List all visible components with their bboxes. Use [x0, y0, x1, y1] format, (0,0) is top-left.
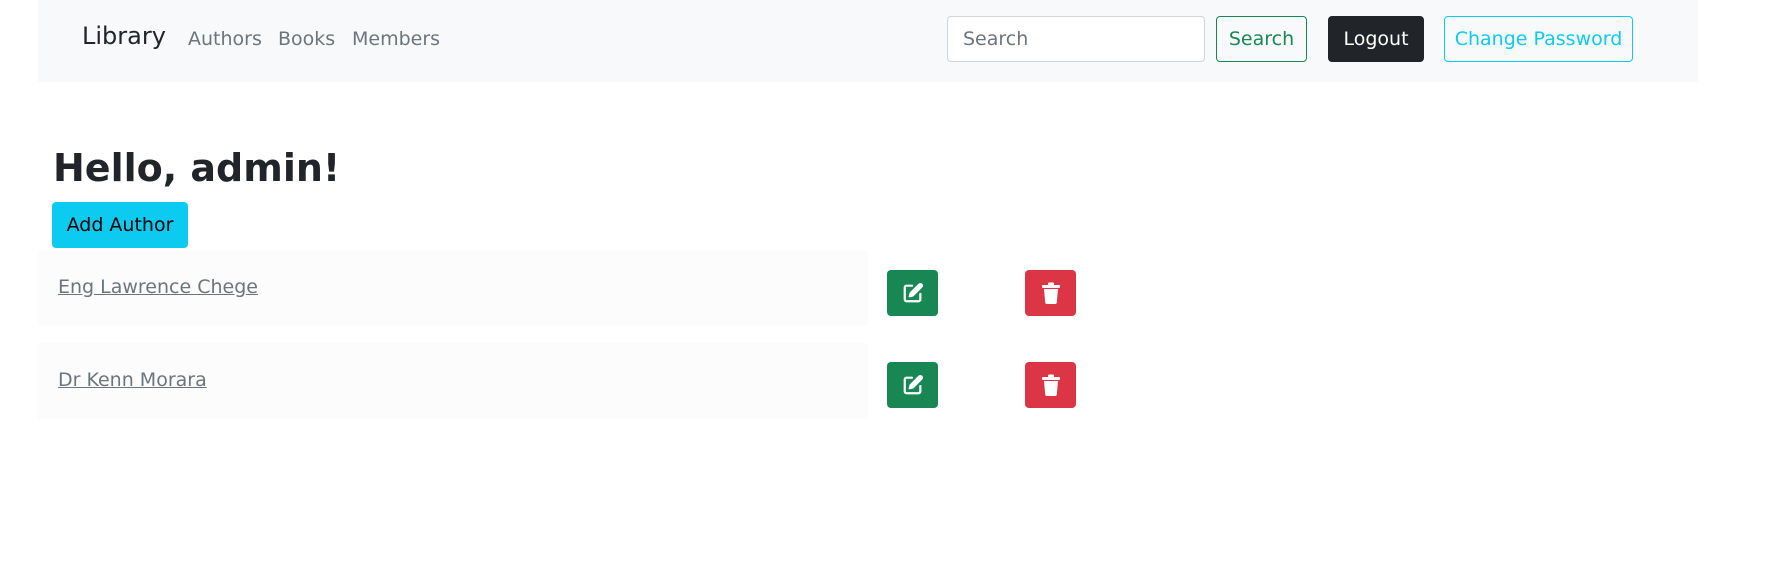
author-row: Dr Kenn Morara	[38, 343, 868, 419]
nav-link-members[interactable]: Members	[352, 28, 440, 50]
navbar-brand[interactable]: Library	[82, 22, 166, 50]
nav-link-authors[interactable]: Authors	[188, 28, 262, 50]
author-link[interactable]: Eng Lawrence Chege	[58, 276, 258, 298]
trash-icon	[1041, 374, 1060, 396]
author-link[interactable]: Dr Kenn Morara	[58, 369, 207, 391]
add-author-button[interactable]: Add Author	[52, 202, 188, 248]
delete-author-button[interactable]	[1025, 362, 1076, 408]
author-row: Eng Lawrence Chege	[38, 250, 868, 326]
delete-author-button[interactable]	[1025, 270, 1076, 316]
pencil-square-icon	[903, 375, 923, 395]
edit-author-button[interactable]	[887, 362, 938, 408]
logout-button[interactable]: Logout	[1328, 16, 1424, 62]
change-password-button[interactable]: Change Password	[1444, 16, 1633, 62]
page-greeting: Hello, admin!	[53, 146, 341, 190]
edit-author-button[interactable]	[887, 270, 938, 316]
search-input[interactable]	[947, 16, 1205, 62]
nav-link-books[interactable]: Books	[278, 28, 335, 50]
pencil-square-icon	[903, 283, 923, 303]
navbar: Library Authors Books Members Search Log…	[38, 0, 1698, 82]
search-button[interactable]: Search	[1216, 16, 1307, 62]
trash-icon	[1041, 282, 1060, 304]
